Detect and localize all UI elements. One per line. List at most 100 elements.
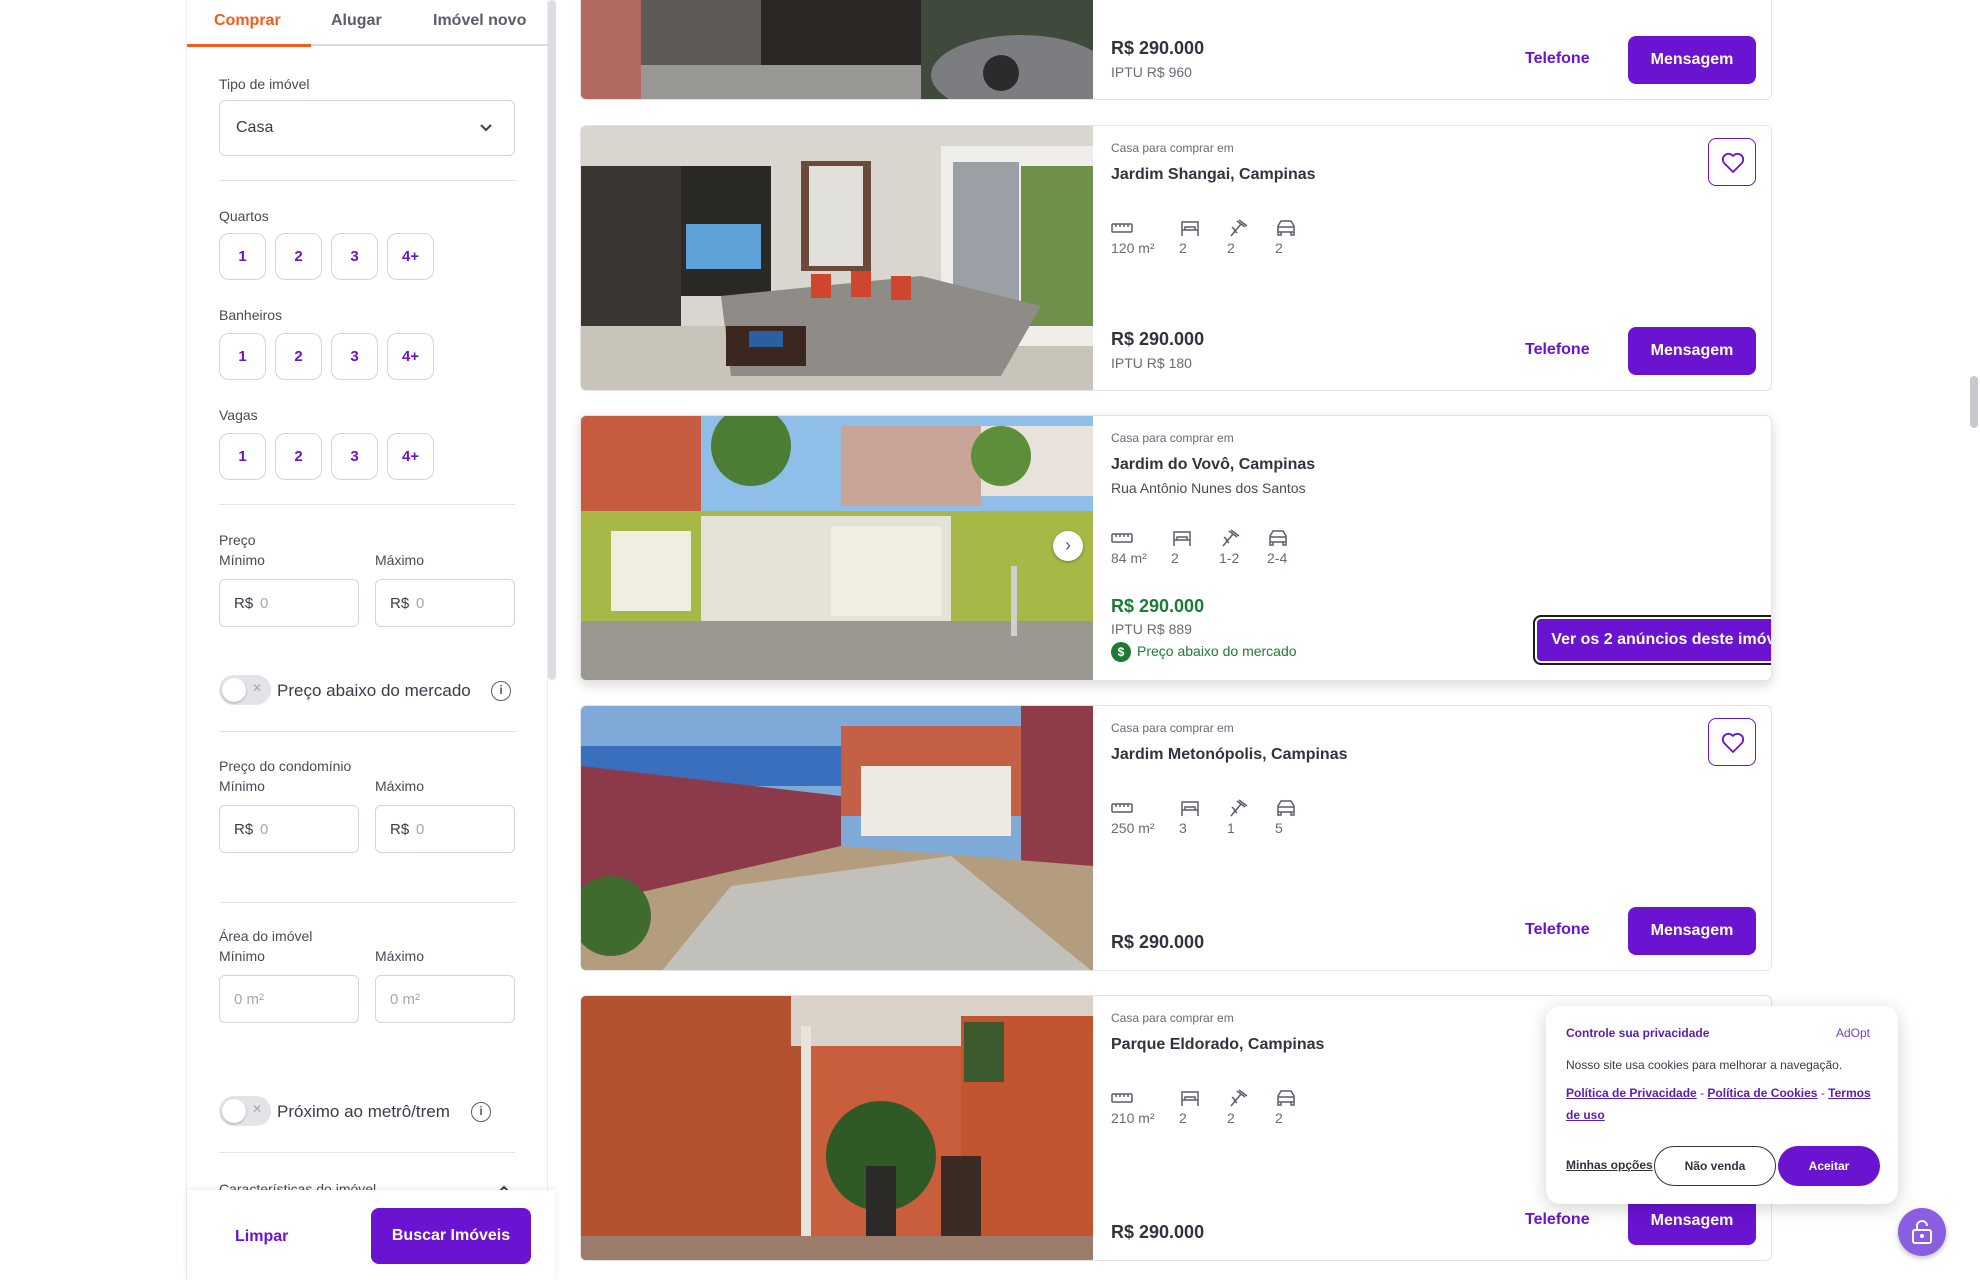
heart-icon	[1721, 732, 1745, 753]
listing-title[interactable]: Jardim do Vovô, Campinas	[1111, 456, 1315, 474]
ruler-icon	[1111, 803, 1133, 813]
listing-title[interactable]: Jardim Shangai, Campinas	[1111, 166, 1316, 184]
price-max-label: Máximo	[375, 552, 425, 568]
bedrooms-chip-3[interactable]: 3	[331, 233, 378, 280]
divider	[219, 731, 515, 732]
listing-photo[interactable]	[581, 126, 1093, 390]
price-min-input[interactable]: R$ 0	[219, 579, 359, 627]
phone-button[interactable]: Telefone	[1525, 50, 1590, 68]
divider	[219, 504, 515, 505]
bathrooms-chip-1[interactable]: 1	[219, 333, 266, 380]
accept-cookies-button[interactable]: Aceitar	[1778, 1146, 1880, 1186]
divider	[219, 902, 515, 903]
condo-min-placeholder: 0	[260, 821, 269, 838]
bathrooms-chip-2[interactable]: 2	[275, 333, 322, 380]
ruler-icon	[1111, 223, 1133, 233]
bathrooms-chip-4plus[interactable]: 4+	[387, 333, 434, 380]
listing-title[interactable]: Parque Eldorado, Campinas	[1111, 1036, 1324, 1054]
privacy-policy-link[interactable]: Política de Privacidade	[1566, 1086, 1697, 1100]
filter-sidebar: Comprar Alugar Imóvel novo Tipo de imóve…	[186, 0, 556, 1280]
tab-comprar[interactable]: Comprar	[214, 12, 281, 30]
car-icon	[1269, 530, 1287, 546]
feature-parking: 5	[1275, 798, 1335, 836]
cookie-policy-link[interactable]: Política de Cookies	[1707, 1086, 1817, 1100]
search-properties-button[interactable]: Buscar Imóveis	[371, 1208, 531, 1264]
property-type-select[interactable]: Casa	[219, 100, 515, 156]
bed-icon	[1173, 531, 1191, 546]
parking-chip-4plus[interactable]: 4+	[387, 433, 434, 480]
chevron-right-icon[interactable]: ›	[1053, 531, 1083, 561]
listing-title[interactable]: Jardim Metonópolis, Campinas	[1111, 746, 1347, 764]
feature-parking-value: 2	[1275, 240, 1283, 256]
parking-chip-1[interactable]: 1	[219, 433, 266, 480]
message-button[interactable]: Mensagem	[1628, 907, 1756, 955]
privacy-settings-button[interactable]	[1898, 1208, 1946, 1256]
page-scrollbar[interactable]	[1970, 376, 1978, 428]
below-market-toggle[interactable]: ✕	[219, 675, 271, 705]
bedrooms-label: Quartos	[219, 208, 269, 224]
currency-prefix: R$	[390, 821, 410, 838]
listing-price: R$ 290.000	[1111, 932, 1205, 952]
listing-photo[interactable]: ›	[581, 416, 1093, 680]
area-max-label: Máximo	[375, 948, 425, 964]
listing-card[interactable]: Casa para comprar em Jardim Metonópolis,…	[580, 705, 1772, 971]
bedrooms-chip-1[interactable]: 1	[219, 233, 266, 280]
info-icon[interactable]: i	[471, 1102, 491, 1122]
cookie-text: Nosso site usa cookies para melhorar a n…	[1566, 1058, 1843, 1072]
area-max-input[interactable]: 0 m²	[375, 975, 515, 1023]
feature-area: 84 m²	[1111, 528, 1171, 566]
shower-icon	[1230, 219, 1248, 237]
bedrooms-chip-4plus[interactable]: 4+	[387, 233, 434, 280]
condo-min-input[interactable]: R$ 0	[219, 805, 359, 853]
price-max-placeholder: 0	[416, 595, 425, 612]
currency-prefix: R$	[390, 595, 410, 612]
price-min-label: Mínimo	[219, 552, 265, 568]
favorite-button[interactable]	[1708, 138, 1756, 186]
listing-photo[interactable]	[581, 706, 1093, 970]
favorite-button[interactable]	[1708, 718, 1756, 766]
cookie-links: Política de Privacidade - Política de Co…	[1566, 1082, 1882, 1126]
divider	[219, 1152, 515, 1153]
phone-button[interactable]: Telefone	[1525, 1211, 1590, 1229]
listing-card[interactable]: Casa para comprar em Jardim Shangai, Cam…	[580, 125, 1772, 391]
area-min-input[interactable]: 0 m²	[219, 975, 359, 1023]
info-icon[interactable]: i	[491, 681, 511, 701]
parking-chip-3[interactable]: 3	[331, 433, 378, 480]
page: Comprar Alugar Imóvel novo Tipo de imóve…	[0, 0, 1980, 1280]
cookie-options-link[interactable]: Minhas opções	[1566, 1158, 1653, 1172]
below-market-label: Preço abaixo do mercado	[277, 681, 471, 700]
listing-info: Casa para comprar em Jardim Metonópolis,…	[1111, 706, 1756, 970]
tab-alugar[interactable]: Alugar	[331, 12, 382, 30]
cookie-brand[interactable]: AdOpt	[1836, 1026, 1870, 1040]
condo-max-input[interactable]: R$ 0	[375, 805, 515, 853]
sidebar-scrollbar[interactable]	[548, 0, 556, 680]
parking-chip-2[interactable]: 2	[275, 433, 322, 480]
phone-button[interactable]: Telefone	[1525, 341, 1590, 359]
listing-iptu: IPTU R$ 180	[1111, 355, 1192, 371]
metro-toggle[interactable]: ✕	[219, 1096, 271, 1126]
bathrooms-chip-3[interactable]: 3	[331, 333, 378, 380]
clear-filters-button[interactable]: Limpar	[235, 1228, 288, 1246]
phone-button[interactable]: Telefone	[1525, 921, 1590, 939]
car-icon	[1277, 220, 1295, 236]
feature-parking: 2-4	[1267, 528, 1327, 566]
listing-photo[interactable]	[581, 0, 1093, 99]
price-max-input[interactable]: R$ 0	[375, 579, 515, 627]
shower-icon	[1222, 529, 1240, 547]
message-button[interactable]: Mensagem	[1628, 327, 1756, 375]
listing-card[interactable]: R$ 290.000 IPTU R$ 960 Telefone Mensagem	[580, 0, 1772, 100]
listing-card[interactable]: › Casa para comprar em Jardim do Vovô, C…	[580, 415, 1772, 681]
listing-info: R$ 290.000 IPTU R$ 960 Telefone Mensagem	[1111, 0, 1756, 99]
do-not-sell-button[interactable]: Não venda	[1654, 1146, 1776, 1186]
message-button[interactable]: Mensagem	[1628, 1197, 1756, 1245]
message-button[interactable]: Mensagem	[1628, 36, 1756, 84]
view-all-ads-button[interactable]: Ver os 2 anúncios deste imóvel	[1533, 615, 1771, 665]
tab-imovel-novo[interactable]: Imóvel novo	[433, 12, 526, 30]
bed-icon	[1181, 221, 1199, 236]
car-icon	[1277, 1090, 1295, 1106]
listing-kicker: Casa para comprar em	[1111, 431, 1234, 445]
listing-photo[interactable]	[581, 996, 1093, 1260]
lock-icon	[1912, 1220, 1932, 1244]
bedrooms-chip-2[interactable]: 2	[275, 233, 322, 280]
feature-parking-value: 2	[1275, 1110, 1283, 1126]
